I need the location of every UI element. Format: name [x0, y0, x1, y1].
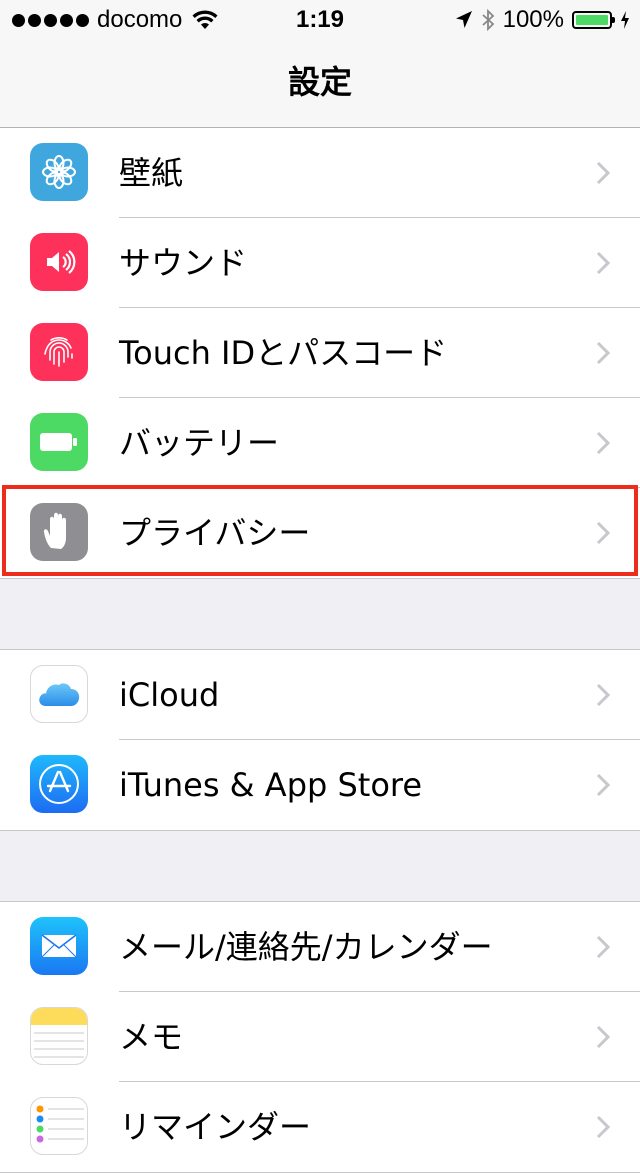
location-arrow-icon [455, 11, 472, 28]
chevron-right-icon [596, 1115, 610, 1139]
row-label: Touch IDとパスコード [119, 334, 448, 372]
row-label: メモ [119, 1018, 184, 1056]
chevron-right-icon [596, 935, 610, 959]
chevron-right-icon [596, 431, 610, 455]
settings-row-touch-id-passcode[interactable]: Touch IDとパスコード [0, 308, 640, 398]
navigation-bar: 設定 [0, 40, 640, 128]
settings-row-mail-contacts-calendars[interactable]: メール/連絡先/カレンダー [0, 902, 640, 992]
chevron-right-icon [596, 683, 610, 707]
sound-icon [30, 233, 88, 291]
chevron-right-icon [596, 341, 610, 365]
chevron-right-icon [596, 161, 610, 185]
row-label: プライバシー [119, 514, 311, 552]
row-label: リマインダー [119, 1108, 312, 1146]
settings-list: 壁紙 サウンド Touch IDとパスコード バッテリー プライバシー iClo… [0, 128, 640, 1173]
settings-group-apps: メール/連絡先/カレンダー メモ リマインダー [0, 901, 640, 1173]
settings-row-icloud[interactable]: iCloud [0, 650, 640, 740]
chevron-right-icon [596, 1025, 610, 1049]
settings-group-accounts: iCloud iTunes & App Store [0, 649, 640, 831]
chevron-right-icon [596, 773, 610, 797]
row-label: 壁紙 [119, 154, 184, 192]
reminders-icon [30, 1097, 88, 1155]
status-right: 100% [455, 6, 630, 34]
settings-group-device: 壁紙 サウンド Touch IDとパスコード バッテリー プライバシー [0, 128, 640, 579]
row-label: iTunes & App Store [119, 766, 423, 804]
battery-icon [30, 413, 88, 471]
battery-percentage: 100% [502, 6, 564, 33]
icloud-icon [30, 665, 88, 723]
charging-bolt-icon [621, 11, 629, 29]
fingerprint-icon [30, 323, 88, 381]
wallpaper-icon [30, 143, 88, 201]
settings-row-battery[interactable]: バッテリー [0, 398, 640, 488]
row-label: サウンド [119, 244, 248, 282]
battery-indicator-icon [572, 11, 615, 29]
bluetooth-icon [482, 8, 494, 32]
settings-row-notes[interactable]: メモ [0, 992, 640, 1082]
row-label: バッテリー [119, 424, 280, 462]
notes-icon [30, 1007, 88, 1065]
settings-row-reminders[interactable]: リマインダー [0, 1082, 640, 1172]
settings-row-wallpaper[interactable]: 壁紙 [0, 128, 640, 218]
chevron-right-icon [596, 521, 610, 545]
status-bar: docomo 1:19 100% [0, 0, 640, 40]
page-title: 設定 [287, 63, 352, 101]
hand-icon [30, 503, 88, 561]
row-label: メール/連絡先/カレンダー [119, 928, 493, 966]
settings-row-sounds[interactable]: サウンド [0, 218, 640, 308]
chevron-right-icon [596, 251, 610, 275]
mail-icon [30, 917, 88, 975]
settings-row-itunes-app-store[interactable]: iTunes & App Store [0, 740, 640, 830]
row-label: iCloud [119, 676, 220, 714]
app-store-icon [30, 755, 88, 813]
settings-row-privacy[interactable]: プライバシー [0, 488, 640, 578]
